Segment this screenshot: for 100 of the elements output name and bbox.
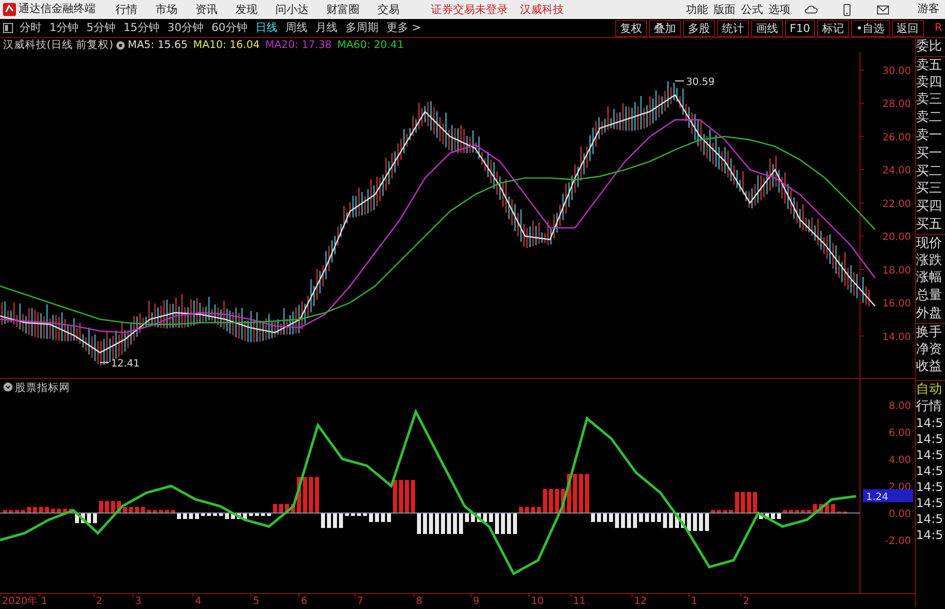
histogram-bar	[801, 510, 805, 513]
ma-value: MA10: 16.04	[193, 38, 260, 52]
quote-label: 买一	[916, 144, 943, 163]
ma-value: MA60: 20.41	[337, 38, 404, 52]
histogram-bar	[663, 512, 667, 528]
axis-label: 8	[416, 596, 422, 607]
menu-item[interactable]: 交易	[368, 0, 408, 19]
indicator-icon	[4, 382, 12, 392]
menu-item[interactable]: 资讯	[186, 0, 226, 19]
panel-tab[interactable]: 自动	[916, 381, 945, 398]
quote-label: 换手	[916, 322, 945, 341]
stock-name-link[interactable]: 汉威科技	[514, 0, 570, 19]
axis-label: 24.00	[882, 166, 911, 177]
histogram-bar	[465, 512, 469, 522]
histogram-bar	[717, 510, 721, 513]
quote-label: 卖四	[916, 74, 943, 92]
period-tab[interactable]: 日线	[252, 19, 282, 37]
axis-label: 9	[473, 596, 480, 607]
quote-label: 涨跌	[916, 252, 943, 270]
toolbar-button[interactable]: 标记	[817, 20, 850, 36]
period-tab[interactable]: 多周期	[342, 19, 382, 37]
panel-tab[interactable]: 行情	[916, 398, 945, 416]
period-tab[interactable]: 60分钟	[208, 19, 252, 37]
settings-icon[interactable]	[116, 40, 126, 50]
axis-label: -2.00	[885, 536, 911, 547]
period-tab[interactable]: 周线	[282, 19, 312, 37]
histogram-bar	[135, 506, 139, 513]
cloud-icon[interactable]	[804, 2, 818, 16]
period-tab[interactable]: 15分钟	[120, 19, 164, 37]
toolbar-item[interactable]: 功能	[683, 0, 710, 19]
histogram-bar	[609, 512, 613, 522]
quote-label: 卖二	[916, 109, 943, 127]
histogram-bar	[711, 510, 715, 513]
histogram-bar	[693, 512, 697, 531]
axis-label: 2	[96, 596, 102, 607]
menu-item[interactable]: 行情	[106, 0, 146, 19]
quote-label: 现价	[916, 234, 945, 252]
axis-label: 2020年	[2, 596, 38, 607]
period-tab[interactable]: 更多 >	[382, 19, 426, 37]
period-tab[interactable]: 30分钟	[164, 19, 208, 37]
toolbar-button[interactable]: 多股	[682, 20, 715, 36]
histogram-bar	[771, 512, 775, 519]
histogram-bar	[753, 492, 757, 513]
toolbar-button[interactable]: 返回	[892, 20, 924, 36]
histogram-bar	[381, 512, 385, 522]
period-tab[interactable]: 5分钟	[82, 19, 120, 37]
histogram-bar	[69, 508, 73, 513]
histogram-bar	[531, 506, 535, 513]
histogram-bar	[345, 512, 349, 516]
panel-toggle-icon[interactable]	[2, 23, 13, 33]
toolbar-button[interactable]: 叠加	[648, 20, 681, 36]
histogram-bar	[813, 504, 817, 513]
menu-item[interactable]: 发现	[226, 0, 266, 19]
trade-time: 14:5	[916, 479, 944, 496]
histogram-bar	[669, 512, 673, 528]
histogram-bar	[261, 512, 265, 516]
toolbar-item[interactable]: 公式	[738, 0, 766, 19]
axis-label: 30.00	[882, 66, 911, 77]
histogram-bar	[363, 512, 367, 516]
histogram-bar	[297, 476, 301, 513]
histogram-bar	[705, 512, 709, 531]
toolbar-item[interactable]: 版面	[710, 0, 738, 19]
histogram-bar	[687, 512, 691, 531]
histogram-bar	[285, 504, 289, 513]
user-label[interactable]: 游客	[918, 1, 940, 18]
trade-time: 14:5	[916, 447, 944, 464]
toolbar-item[interactable]: 选项	[766, 0, 793, 19]
menu-item[interactable]: 市场	[146, 0, 186, 19]
mail-icon[interactable]	[876, 2, 890, 16]
axis-label: 16.00	[882, 298, 911, 310]
toolbar-button[interactable]: F10	[784, 20, 816, 36]
quote-label: 涨幅	[916, 269, 943, 288]
toolbar-button[interactable]: •自选	[851, 20, 890, 36]
toolbar-button[interactable]: 复权	[614, 20, 647, 36]
histogram-bar	[165, 510, 169, 513]
leader-line	[100, 362, 110, 364]
toolbar-button[interactable]: 统计	[716, 20, 749, 36]
histogram-bar	[189, 512, 193, 519]
histogram-bar	[525, 506, 529, 513]
histogram-bar	[573, 474, 577, 513]
quote-label: 总量	[916, 287, 943, 305]
corner-label[interactable]: R	[934, 20, 942, 36]
quote-label: 买四	[916, 198, 943, 216]
period-tab[interactable]: 月线	[312, 19, 342, 37]
histogram-bar	[183, 512, 187, 519]
period-tab[interactable]: 分时	[16, 19, 46, 37]
trade-time: 14:5	[916, 431, 944, 448]
histogram-bar	[87, 512, 91, 524]
histogram-bar	[21, 510, 25, 513]
period-tab[interactable]: 1分钟	[46, 19, 82, 37]
trade-time: 14:5	[916, 495, 944, 512]
histogram-bar	[501, 512, 505, 534]
histogram-bar	[783, 510, 787, 513]
login-notice[interactable]: 证券交易未登录	[425, 0, 514, 19]
histogram-bar	[471, 512, 475, 522]
menu-item[interactable]: 问小达	[266, 0, 318, 19]
menu-item[interactable]: 财富圈	[318, 0, 368, 19]
toolbar-button[interactable]: 画线	[750, 20, 783, 36]
histogram-bar	[27, 506, 31, 513]
histogram-bar	[225, 512, 229, 519]
